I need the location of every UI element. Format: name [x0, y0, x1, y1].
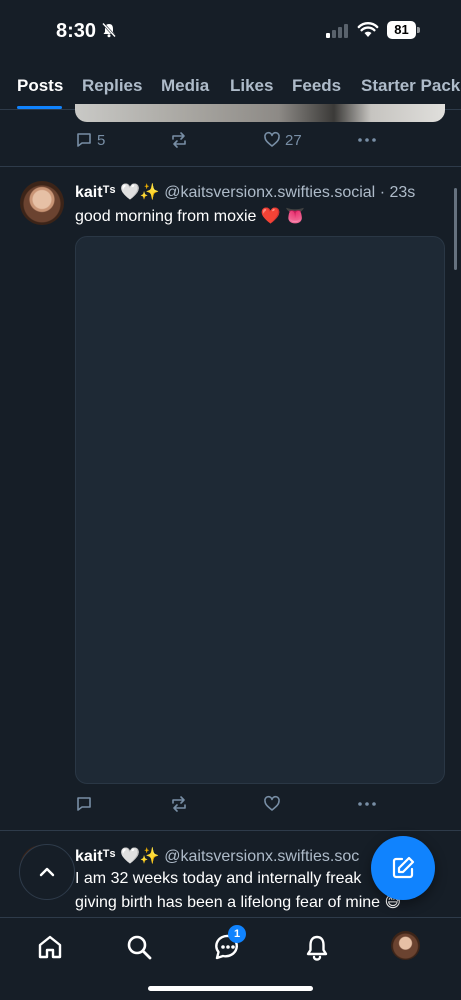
compose-button[interactable] [371, 836, 435, 900]
nav-search[interactable] [124, 932, 154, 962]
search-icon [127, 935, 152, 960]
reply-button[interactable] [75, 795, 93, 813]
previous-post-image[interactable] [75, 104, 445, 122]
reply-icon [77, 133, 91, 147]
wifi-icon [357, 21, 379, 43]
author-name[interactable]: kaitᵀˢ 🤍✨ [75, 184, 160, 201]
compose-icon [392, 856, 415, 879]
tab-feeds[interactable]: Feeds [292, 76, 341, 96]
post-divider [0, 166, 461, 167]
tab-media[interactable]: Media [161, 76, 209, 96]
like-count: 27 [285, 131, 302, 149]
bell-icon [306, 935, 328, 961]
status-bar: 8:30 81 [0, 0, 461, 62]
repost-icon [172, 132, 186, 148]
author-name[interactable]: kaitᵀˢ 🤍✨ [75, 848, 160, 865]
cellular-signal-icon [326, 24, 350, 43]
more-icon [358, 802, 376, 806]
more-options-button[interactable] [357, 795, 377, 813]
heart-icon [264, 131, 280, 147]
status-time: 8:30 [56, 20, 97, 42]
tab-replies[interactable]: Replies [82, 76, 142, 96]
tab-posts[interactable]: Posts [17, 76, 63, 96]
avatar[interactable] [20, 181, 64, 225]
reply-button[interactable]: 5 [75, 131, 105, 149]
nav-home[interactable] [35, 932, 65, 962]
reply-icon [77, 797, 91, 811]
like-button[interactable] [263, 795, 281, 813]
chevron-up-icon [39, 867, 55, 877]
post-header: kaitᵀˢ 🤍✨ @kaitsversionx.swifties.soc [75, 846, 359, 866]
home-indicator[interactable] [148, 986, 313, 991]
home-icon [38, 935, 62, 959]
author-handle[interactable]: @kaitsversionx.swifties.soc [164, 848, 359, 865]
scroll-to-top-button[interactable] [19, 844, 75, 900]
heart-icon [264, 795, 280, 811]
scrollbar[interactable] [454, 188, 457, 270]
repost-button[interactable] [169, 131, 189, 149]
post-text: good morning from moxie ❤️ 👅 [75, 208, 306, 225]
post-actions [75, 795, 445, 817]
header-separator: · [379, 184, 386, 201]
author-handle[interactable]: @kaitsversionx.swifties.social [164, 184, 375, 201]
nav-profile-avatar[interactable] [391, 931, 420, 960]
post-media-placeholder[interactable] [75, 236, 445, 784]
post-time[interactable]: 23s [389, 184, 415, 201]
battery-indicator: 81 [387, 21, 420, 39]
bell-off-icon [101, 22, 117, 43]
battery-level: 81 [394, 22, 409, 37]
active-tab-indicator [17, 106, 62, 109]
more-options-button[interactable] [357, 131, 377, 149]
profile-tabs: Posts Replies Media Likes Feeds Starter … [0, 62, 461, 110]
more-icon [358, 138, 376, 142]
tab-likes[interactable]: Likes [230, 76, 273, 96]
repost-icon [172, 796, 186, 812]
previous-post-actions: 5 27 [75, 131, 445, 153]
post-divider [0, 830, 461, 831]
reply-count: 5 [97, 131, 106, 149]
tab-starter-packs[interactable]: Starter Packs [361, 76, 461, 96]
like-button[interactable]: 27 [263, 131, 302, 149]
chat-unread-badge: 1 [228, 925, 246, 943]
post-header: kaitᵀˢ 🤍✨ @kaitsversionx.swifties.social… [75, 182, 415, 202]
repost-button[interactable] [169, 795, 189, 813]
nav-notifications[interactable] [302, 932, 332, 962]
